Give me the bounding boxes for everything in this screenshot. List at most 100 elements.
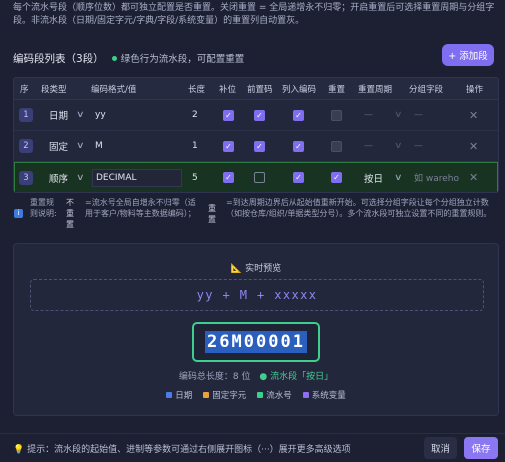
prefix-checkbox[interactable]: ✓ xyxy=(254,140,265,152)
swatch-sysvar xyxy=(302,392,309,398)
table-row-serial: 3 顺序 ∨ DECIMAL 5 ✓ ✓ ✓ 按日 ∨ 如 wareho ✕ xyxy=(14,162,498,192)
pad-checkbox[interactable]: ✓ xyxy=(223,140,234,152)
reset-checkbox xyxy=(331,109,342,121)
section-title: 编码段列表（3段） xyxy=(13,52,104,65)
length-input[interactable]: 1 xyxy=(192,141,197,151)
delete-icon[interactable]: ✕ xyxy=(469,140,478,153)
legend-off-desc: =流水号全局自增永不归零（适用于客户/物料等主数据编码）； xyxy=(85,198,196,218)
table-row: 1 日期 ∨ yy 2 ✓ ✓ ✓ — ∨ — ✕ xyxy=(14,100,498,131)
table-row: 2 固定 ∨ M 1 ✓ ✓ ✓ — ∨ — ✕ xyxy=(14,131,498,162)
chevron-down-icon: ∨ xyxy=(76,110,85,120)
format-pattern: yy + M + xxxxx xyxy=(30,279,484,311)
table-header: 序 段类型 编码格式/值 长度 补位 前置码 列入编码 重置 重置周期 分组字段… xyxy=(14,78,498,100)
col-seq: 序 xyxy=(20,84,29,95)
green-dot-icon xyxy=(111,55,117,61)
chevron-down-icon: ∨ xyxy=(394,141,403,151)
length-input[interactable]: 2 xyxy=(192,110,200,120)
swatch-date xyxy=(166,392,173,398)
swatch-serial xyxy=(257,392,264,398)
preview-title: 实时预览 xyxy=(245,264,282,274)
save-button[interactable]: 保存 xyxy=(464,437,498,459)
legend-label: 系统变量 xyxy=(311,391,346,401)
reset-rules-legend: i 重置规则说明: 不重置 =流水号全局自增永不归零（适用于客户/物料等主数据编… xyxy=(13,197,499,231)
type-value: 固定 xyxy=(49,142,69,153)
legend-item: 系统变量 xyxy=(302,389,346,401)
type-value: 顺序 xyxy=(49,173,69,185)
col-reset: 重置 xyxy=(328,84,346,95)
preview-title-row: 📐 实时预览 xyxy=(14,261,498,274)
length-input[interactable]: 5 xyxy=(192,173,198,183)
period-select: — xyxy=(364,110,373,120)
include-checkbox[interactable]: ✓ xyxy=(293,140,304,152)
type-select[interactable]: 固定 ∨ xyxy=(49,139,85,153)
preview-info: 编码总长度：8 位 ● 流水段「按日」 xyxy=(14,369,498,382)
footer-tip: 💡 提示：流水段的起始值、进制等参数可通过右侧展开图标（···）展开更多高级选项 xyxy=(13,442,351,455)
include-checkbox[interactable]: ✓ xyxy=(293,172,304,183)
group-input[interactable]: 如 wareho xyxy=(414,171,459,184)
col-ops: 操作 xyxy=(466,84,484,95)
chart-icon: 📐 xyxy=(230,264,243,274)
col-format: 编码格式/值 xyxy=(91,84,137,95)
chevron-down-icon[interactable]: ∨ xyxy=(394,173,403,183)
legend-label: 固定字元 xyxy=(212,391,247,401)
col-include: 列入编码 xyxy=(282,84,317,95)
preview-legend: 日期 固定字元 流水号 系统变量 xyxy=(14,389,498,401)
chevron-down-icon: ∨ xyxy=(394,110,403,120)
type-select[interactable]: 顺序 ∨ xyxy=(49,171,85,185)
dialog-footer: 💡 提示：流水段的起始值、进制等参数可通过右侧展开图标（···）展开更多高级选项… xyxy=(0,433,505,462)
swatch-fixed xyxy=(203,392,210,398)
legend-label: 流水号 xyxy=(266,391,292,401)
add-segment-button[interactable]: + 添加段 xyxy=(442,44,494,66)
section-header: 编码段列表（3段） 绿色行为流水段，可配置重置 + 添加段 xyxy=(13,44,500,67)
legend-on-desc: =到达周期边界后从起始值重新开始。可选择分组字段让每个分组独立计数（如按仓库/组… xyxy=(226,198,492,218)
row-index: 1 xyxy=(19,108,33,122)
col-length: 长度 xyxy=(188,84,206,95)
legend-item: 日期 xyxy=(166,389,192,401)
col-prefix: 前置码 xyxy=(247,84,273,95)
chevron-down-icon: ∨ xyxy=(76,141,85,151)
format-input[interactable]: yy xyxy=(92,106,182,124)
code-length-label: 编码总长度：8 位 xyxy=(178,372,251,382)
tip-text: 提示：流水段的起始值、进制等参数可通过右侧展开图标（···）展开更多高级选项 xyxy=(27,445,351,455)
legend-off-title: 不重置 xyxy=(66,198,74,229)
legend-label: 重置规则说明: xyxy=(30,198,57,218)
reset-checkbox[interactable]: ✓ xyxy=(331,172,342,183)
row-index: 3 xyxy=(19,170,33,185)
lightbulb-icon: 💡 xyxy=(13,445,25,455)
include-checkbox[interactable]: ✓ xyxy=(293,109,304,121)
period-select[interactable]: 按日 xyxy=(364,171,383,185)
legend-label: 日期 xyxy=(175,391,193,401)
intro-text: 每个流水号段（顺序位数）都可独立配置是否重置。关闭重置 = 全局递增永不归零；开… xyxy=(13,3,495,26)
segment-table: 序 段类型 编码格式/值 长度 补位 前置码 列入编码 重置 重置周期 分组字段… xyxy=(13,77,499,193)
col-type: 段类型 xyxy=(41,84,67,95)
chevron-down-icon: ∨ xyxy=(76,172,85,183)
pad-checkbox[interactable]: ✓ xyxy=(223,109,234,121)
code-value: 26M00001 xyxy=(205,331,307,353)
col-group: 分组字段 xyxy=(409,84,444,95)
type-value: 日期 xyxy=(49,111,69,122)
format-input[interactable]: M xyxy=(92,137,182,155)
cancel-button[interactable]: 取消 xyxy=(424,437,457,459)
green-dot-icon: ● xyxy=(259,372,268,382)
reset-checkbox xyxy=(331,140,342,152)
delete-icon[interactable]: ✕ xyxy=(469,109,478,122)
legend-on-title: 重置 xyxy=(208,204,216,224)
group-input: — xyxy=(414,110,423,120)
prefix-checkbox[interactable] xyxy=(254,172,265,183)
legend-item: 固定字元 xyxy=(203,389,246,401)
legend-item: 流水号 xyxy=(257,389,292,401)
row-index: 2 xyxy=(19,139,33,153)
generated-code: 26M00001 xyxy=(192,322,320,362)
prefix-checkbox[interactable]: ✓ xyxy=(254,109,265,121)
live-preview-panel: 📐 实时预览 yy + M + xxxxx 26M00001 编码总长度：8 位 … xyxy=(13,243,499,416)
delete-icon[interactable]: ✕ xyxy=(469,171,478,184)
group-input: — xyxy=(414,141,423,151)
serial-label: 流水段「按日」 xyxy=(270,372,334,382)
pad-checkbox[interactable]: ✓ xyxy=(223,172,234,183)
col-pad: 补位 xyxy=(219,84,237,95)
format-input[interactable]: DECIMAL xyxy=(92,168,182,187)
info-icon: i xyxy=(14,209,23,218)
type-select[interactable]: 日期 ∨ xyxy=(49,108,85,122)
col-period: 重置周期 xyxy=(358,84,393,95)
section-hint: 绿色行为流水段，可配置重置 xyxy=(120,54,245,65)
